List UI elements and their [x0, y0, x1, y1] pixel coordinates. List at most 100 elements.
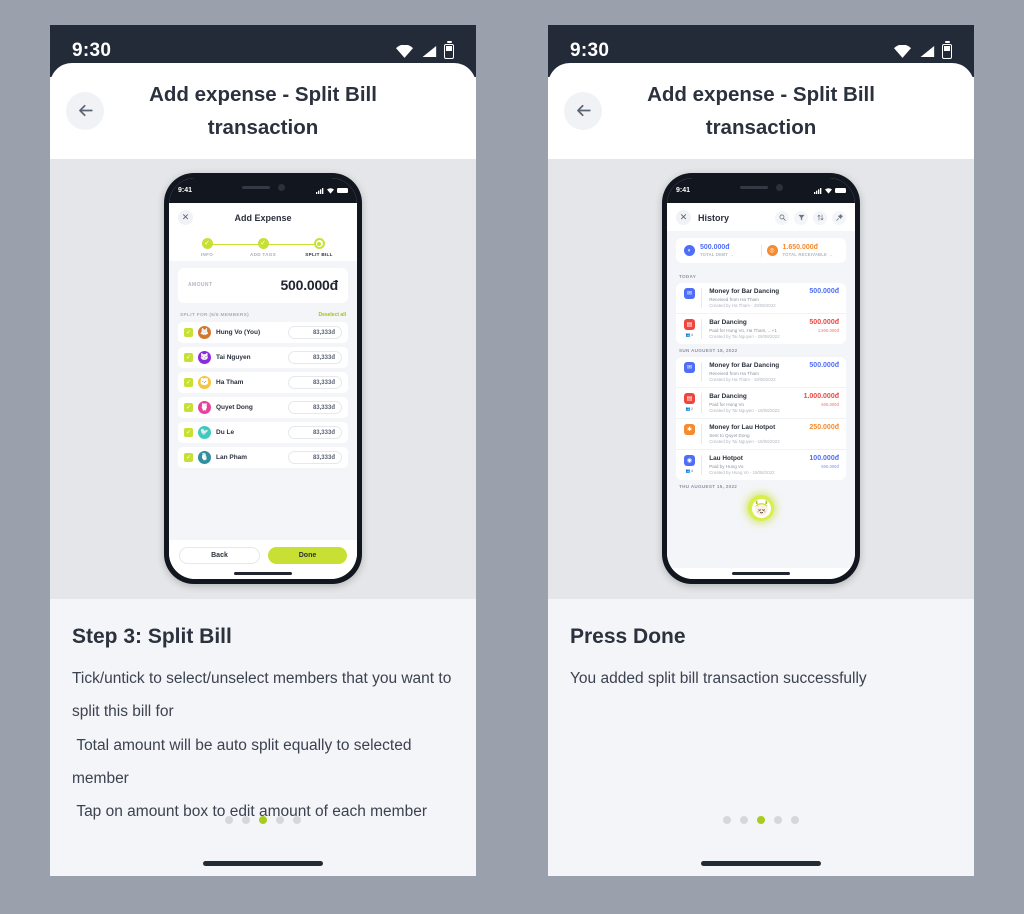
step-item-add-tags[interactable]: ✓ ADD TAGS	[239, 238, 287, 257]
done-button[interactable]: Done	[268, 547, 347, 565]
summary-total-debt[interactable]: ◐ 500.000đ TOTAL DEBT →	[684, 244, 756, 257]
member-checkbox[interactable]: ✓	[184, 428, 193, 438]
pagination-dots[interactable]	[50, 816, 476, 824]
history-header: ✕ History	[667, 203, 855, 232]
caption-title: Press Done	[570, 624, 686, 648]
search-icon[interactable]	[775, 210, 789, 225]
member-amount-input[interactable]: 83,333đ	[288, 351, 342, 365]
back-button[interactable]	[564, 91, 602, 130]
transaction-divider	[701, 288, 703, 309]
frog-face-icon	[754, 500, 768, 516]
pagination-dot[interactable]	[723, 816, 731, 824]
pot-icon: ◉	[684, 455, 695, 467]
member-name: Hung Vo (You)	[216, 329, 261, 337]
transaction-row[interactable]: ▤ 👥2 Bar Dancing Paid for Hung Vo Created by…	[676, 388, 846, 420]
history-body: ◐ 500.000đ TOTAL DEBT → ◎ 1.650.000đ TOT…	[667, 231, 855, 569]
transaction-row[interactable]: ◉ 👥4 Lau Hotpot Paid by Hung Vo Created by H…	[676, 450, 846, 480]
member-amount-input[interactable]: 83,333đ	[288, 426, 342, 440]
mockup-area: 9:41 ✕ Add Expense ✓ INFO ✓ ADD TAGS SPL…	[50, 158, 476, 599]
screenshot-stage: 9:30 Add expense - Split Bill transactio…	[0, 0, 1024, 914]
caption-body: Tick/untick to select/unselect members t…	[72, 669, 452, 821]
sort-icon[interactable]	[813, 210, 827, 225]
member-row[interactable]: ✓ 🐧 Lan Pham 83,333đ	[178, 447, 348, 469]
slide-panel-press-done: 9:30 Add expense - Split Bill transactio…	[548, 25, 974, 876]
member-amount-input[interactable]: 83,333đ	[288, 326, 342, 340]
pagination-dot[interactable]	[242, 816, 250, 824]
member-row[interactable]: ✓ 🦊 Hung Vo (You) 83,333đ	[178, 322, 348, 344]
transaction-info: Lau Hotpot Paid by Hung Vo Created by Hung…	[709, 455, 804, 475]
transaction-secondary-amount: 1.500.000đ	[817, 327, 839, 333]
amount-label: AMOUNT	[188, 282, 213, 289]
member-name: Quyet Dong	[216, 404, 253, 412]
panel-home-indicator	[548, 861, 974, 866]
transaction-amounts: 250.000đ	[809, 424, 839, 431]
penguin-avatar-icon: 🐧	[198, 451, 211, 465]
battery-icon	[835, 187, 846, 194]
summary-total-receivable[interactable]: ◎ 1.650.000đ TOTAL RECEIVABLE →	[766, 244, 839, 257]
day-label: THU AUGUEST 15, 2022	[679, 484, 738, 490]
bear-avatar-icon: 🐻	[198, 376, 211, 390]
transaction-divider	[701, 455, 703, 476]
history-title: History	[698, 212, 730, 223]
member-name: Lan Pham	[216, 454, 248, 462]
amount-card[interactable]: AMOUNT 500.000đ	[178, 268, 348, 304]
pagination-dot[interactable]	[259, 816, 267, 824]
back-button[interactable]: Back	[179, 547, 260, 565]
pagination-dot[interactable]	[225, 816, 233, 824]
member-checkbox[interactable]: ✓	[184, 453, 193, 463]
pin-icon[interactable]	[832, 210, 846, 225]
member-name: Du Le	[216, 429, 235, 437]
wifi-icon	[894, 44, 911, 58]
transaction-meta: Created by Tai Nguyen - 28/08/2022	[709, 334, 780, 340]
member-list: ✓ 🦊 Hung Vo (You) 83,333đ ✓ 🐱 Tai Nguyen 83,333…	[178, 322, 348, 469]
member-amount-input[interactable]: 83,333đ	[288, 451, 342, 465]
back-button[interactable]	[66, 91, 104, 130]
panel-home-indicator	[50, 861, 476, 866]
bird-avatar-icon: 🐦	[198, 426, 211, 440]
pagination-dot[interactable]	[293, 816, 301, 824]
transaction-row[interactable]: ✱ Money for Lau Hotpot Sent to Quyet Dong C…	[676, 419, 846, 451]
step-item-info[interactable]: ✓ INFO	[183, 238, 231, 257]
pagination-dot[interactable]	[791, 816, 799, 824]
pagination-dot[interactable]	[276, 816, 284, 824]
member-amount-input[interactable]: 83,333đ	[288, 401, 342, 415]
phone-home-indicator	[667, 568, 855, 580]
member-row[interactable]: ✓ 🐻 Ha Tham 83,333đ	[178, 372, 348, 394]
slide-panel-split-bill: 9:30 Add expense - Split Bill transactio…	[50, 25, 476, 876]
member-amount-input[interactable]: 83,333đ	[288, 376, 342, 390]
filter-icon[interactable]	[794, 210, 808, 225]
transaction-row[interactable]: ✉ Money for Bar Dancing Received from Ha T…	[676, 283, 846, 315]
phone-status-time: 9:41	[178, 187, 193, 195]
transaction-title: Money for Bar Dancing	[709, 362, 780, 370]
pagination-dot[interactable]	[757, 816, 765, 824]
member-row[interactable]: ✓ 🦉 Quyet Dong 83,333đ	[178, 397, 348, 419]
member-checkbox[interactable]: ✓	[184, 378, 193, 388]
step-item-split-bill[interactable]: SPLIT BILL	[295, 238, 343, 257]
pagination-dot[interactable]	[740, 816, 748, 824]
debt-icon: ◐	[684, 245, 695, 257]
pagination-dots[interactable]	[548, 816, 974, 824]
page-title: Add expense - Split Bill transaction	[149, 83, 377, 139]
transaction-title: Bar Dancing	[709, 393, 747, 401]
pagination-dot[interactable]	[774, 816, 782, 824]
step-progress: ✓ INFO ✓ ADD TAGS SPLIT BILL	[169, 231, 357, 262]
transaction-row[interactable]: ▤ 👥4 Bar Dancing Paid for Hung Vo, Ha Tham,…	[676, 314, 846, 344]
transaction-subtitle: Received from Ha Tham	[709, 296, 759, 302]
battery-icon	[444, 41, 454, 59]
speaker-icon	[739, 185, 768, 189]
member-checkbox[interactable]: ✓	[184, 328, 193, 338]
transaction-row[interactable]: ✉ Money for Bar Dancing Received from Ha T…	[676, 357, 846, 389]
transaction-info: Bar Dancing Paid for Hung Vo Created by Ta…	[709, 393, 798, 413]
deselect-all-button[interactable]: Deselect all	[318, 312, 346, 318]
member-checkbox[interactable]: ✓	[184, 353, 193, 363]
transaction-info: Money for Bar Dancing Received from Ha Th…	[709, 362, 804, 382]
member-row[interactable]: ✓ 🐱 Tai Nguyen 83,333đ	[178, 347, 348, 369]
day-label: SUN AUGUEST 18, 2022	[679, 348, 738, 354]
member-row[interactable]: ✓ 🐦 Du Le 83,333đ	[178, 422, 348, 444]
cat-avatar-icon: 🐱	[198, 351, 211, 365]
close-icon[interactable]: ✕	[676, 210, 691, 226]
member-checkbox[interactable]: ✓	[184, 403, 193, 413]
transaction-subtitle: Paid by Hung Vo	[709, 463, 744, 469]
owl-avatar-icon: 🦉	[198, 401, 211, 415]
split-section-header: SPLIT FOR (6/6 MEMBERS) Deselect all	[178, 312, 348, 322]
